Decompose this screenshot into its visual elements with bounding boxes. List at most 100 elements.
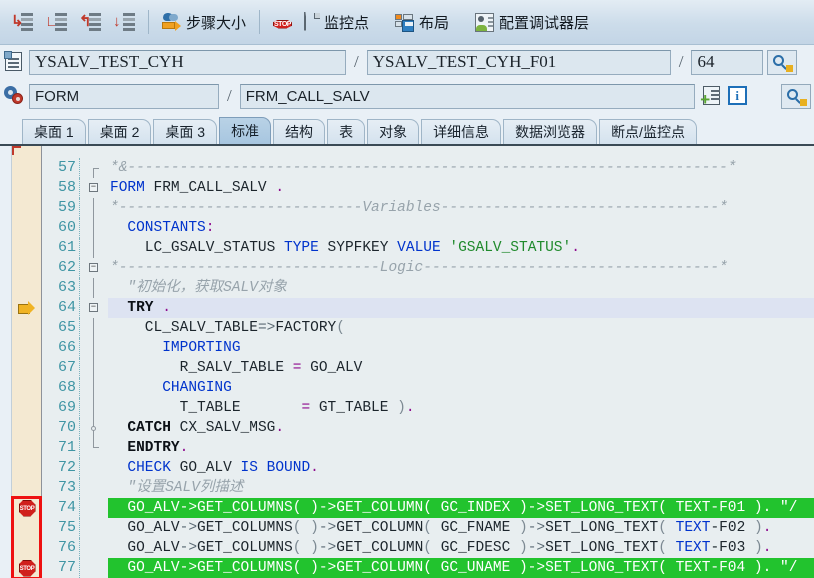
code-line[interactable]: 63 "初始化，获取SALV对象 — [42, 278, 814, 298]
fold-marker — [80, 198, 108, 218]
fold-marker — [80, 158, 108, 178]
code-line[interactable]: 77 GO_ALV->GET_COLUMNS( )->GET_COLUMN( G… — [42, 558, 814, 578]
code-token: CATCH — [110, 420, 180, 436]
line-number: 69 — [42, 398, 80, 418]
fold-line — [93, 168, 94, 178]
step-over-button[interactable]: ∟ — [40, 7, 72, 37]
tab-5[interactable]: 表 — [327, 119, 366, 144]
tab-0[interactable]: 桌面 1 — [22, 119, 86, 144]
search-badge-icon — [786, 64, 794, 72]
code-line[interactable]: 74 GO_ALV->GET_COLUMNS( )->GET_COLUMN( G… — [42, 498, 814, 518]
fold-marker[interactable]: − — [80, 258, 108, 278]
fold-line — [93, 338, 94, 358]
tab-2[interactable]: 桌面 3 — [153, 119, 218, 144]
program-icon — [3, 50, 25, 74]
tab-4[interactable]: 结构 — [273, 119, 326, 144]
breakpoint-stop-icon: STOP — [18, 499, 36, 517]
code-line[interactable]: 59 *----------------------------Variables… — [42, 198, 814, 218]
code-line[interactable]: 76 GO_ALV->GET_COLUMNS( )->GET_COLUMN( G… — [42, 538, 814, 558]
tab-1[interactable]: 桌面 2 — [87, 119, 152, 144]
tab-9[interactable]: 断点/监控点 — [599, 119, 697, 144]
fold-marker — [80, 318, 108, 338]
code-token: SET_LONG_TEXT — [545, 540, 659, 556]
fold-marker — [80, 458, 108, 478]
code-token: GO_ALV — [179, 460, 241, 476]
code-token: ENDTRY — [110, 440, 180, 456]
include-name-field[interactable]: YSALV_TEST_CYH_F01 — [366, 49, 671, 75]
code-line[interactable]: 67 R_SALV_TABLE = GO_ALV — [42, 358, 814, 378]
code-text: CHECK GO_ALV IS BOUND. — [108, 458, 814, 478]
desktop-tabs: 桌面 1 桌面 2 桌面 3 标准 结构 表 对象 详细信息 数据浏览器 断点/监控点 — [0, 113, 814, 144]
fold-marker[interactable]: − — [80, 178, 108, 198]
code-token: ) — [519, 540, 528, 556]
step-into-button[interactable]: ↳ — [6, 7, 38, 37]
fold-tick — [93, 168, 99, 169]
tab-label: 对象 — [379, 124, 408, 140]
code-line[interactable]: 64− TRY . — [42, 298, 814, 318]
watchpoint-button[interactable]: 监控点 — [299, 7, 374, 37]
line-number: 72 — [42, 458, 80, 478]
line-number: 65 — [42, 318, 80, 338]
event-search-button[interactable] — [781, 83, 811, 109]
program-search-button[interactable] — [767, 49, 798, 75]
code-line[interactable]: 71 ENDTRY. — [42, 438, 814, 458]
fold-marker[interactable] — [80, 438, 108, 458]
event-name-field[interactable]: FRM_CALL_SALV — [239, 83, 695, 109]
code-token: CHANGING — [110, 380, 232, 396]
tab-3[interactable]: 标准 — [219, 117, 272, 144]
tab-label: 桌面 3 — [165, 124, 206, 140]
configure-debugger-layer-button[interactable]: 配置调试器层 — [470, 7, 594, 37]
code-line[interactable]: 58− FORM FRM_CALL_SALV . — [42, 178, 814, 198]
code-token: "初始化，获取SALV对象 — [110, 280, 287, 296]
breakpoint-marker[interactable]: STOP — [12, 558, 42, 578]
code-line[interactable]: 57 *&------------------------------------… — [42, 158, 814, 178]
breakpoint-gutter[interactable]: STOP STOP — [11, 146, 42, 578]
layout-button[interactable]: 布局 — [390, 7, 454, 37]
code-line[interactable]: 65 CL_SALV_TABLE=>FACTORY( — [42, 318, 814, 338]
fold-marker — [80, 358, 108, 378]
code-lines[interactable]: 57 *&------------------------------------… — [42, 146, 814, 578]
fold-collapse-icon[interactable]: − — [89, 263, 98, 272]
code-line[interactable]: 75 GO_ALV->GET_COLUMNS( )->GET_COLUMN( G… — [42, 518, 814, 538]
step-out-button[interactable]: ↰ — [74, 7, 106, 37]
fold-marker[interactable]: − — [80, 298, 108, 318]
add-to-watchlist-button[interactable]: + — [699, 84, 723, 108]
event-type-field[interactable]: FORM — [29, 83, 219, 109]
breakpoint-marker[interactable]: STOP — [12, 498, 42, 518]
fold-line — [93, 218, 94, 238]
stop-debugger-button[interactable]: STOP — [268, 7, 297, 37]
fold-line — [93, 358, 94, 378]
code-line[interactable]: 61 LC_GSALV_STATUS TYPE SYPFKEY VALUE 'G… — [42, 238, 814, 258]
tab-7[interactable]: 详细信息 — [421, 119, 502, 144]
continue-button[interactable]: ↓ — [108, 7, 140, 37]
fold-marker — [80, 218, 108, 238]
step-size-button[interactable]: 步骤大小 — [157, 7, 251, 37]
tab-8[interactable]: 数据浏览器 — [503, 119, 598, 144]
code-line[interactable]: 60 CONSTANTS: — [42, 218, 814, 238]
fold-collapse-icon[interactable]: − — [89, 183, 98, 192]
code-token: -> — [527, 540, 546, 556]
code-text: GO_ALV->GET_COLUMNS( )->GET_COLUMN( GC_F… — [108, 538, 814, 558]
fold-collapse-icon[interactable]: − — [89, 303, 98, 312]
code-text: CL_SALV_TABLE=>FACTORY( — [108, 318, 814, 338]
line-number-field[interactable]: 64 — [691, 49, 764, 75]
program-context-row: YSALV_TEST_CYH / YSALV_TEST_CYH_F01 / 64 — [0, 45, 814, 79]
watchpoint-icon — [304, 11, 321, 32]
line-number: 59 — [42, 198, 80, 218]
code-line[interactable]: 72 CHECK GO_ALV IS BOUND. — [42, 458, 814, 478]
code-line[interactable]: 62− *------------------------------Logic-… — [42, 258, 814, 278]
code-line[interactable]: 73 "设置SALV列描述 — [42, 478, 814, 498]
code-line[interactable]: 69 T_TABLE = GT_TABLE ). — [42, 398, 814, 418]
code-token: "设置SALV列描述 — [110, 480, 244, 496]
code-line[interactable]: 68 CHANGING — [42, 378, 814, 398]
code-token: = — [301, 400, 319, 416]
info-button[interactable]: i — [727, 85, 749, 107]
tab-6[interactable]: 对象 — [367, 119, 420, 144]
code-line[interactable]: 66 IMPORTING — [42, 338, 814, 358]
code-token: TEXT — [675, 520, 711, 536]
code-token: *&--------------------------------------… — [110, 160, 737, 176]
code-line[interactable]: 70 CATCH CX_SALV_MSG. — [42, 418, 814, 438]
program-name-field[interactable]: YSALV_TEST_CYH — [29, 49, 346, 75]
code-token: . — [762, 520, 772, 536]
